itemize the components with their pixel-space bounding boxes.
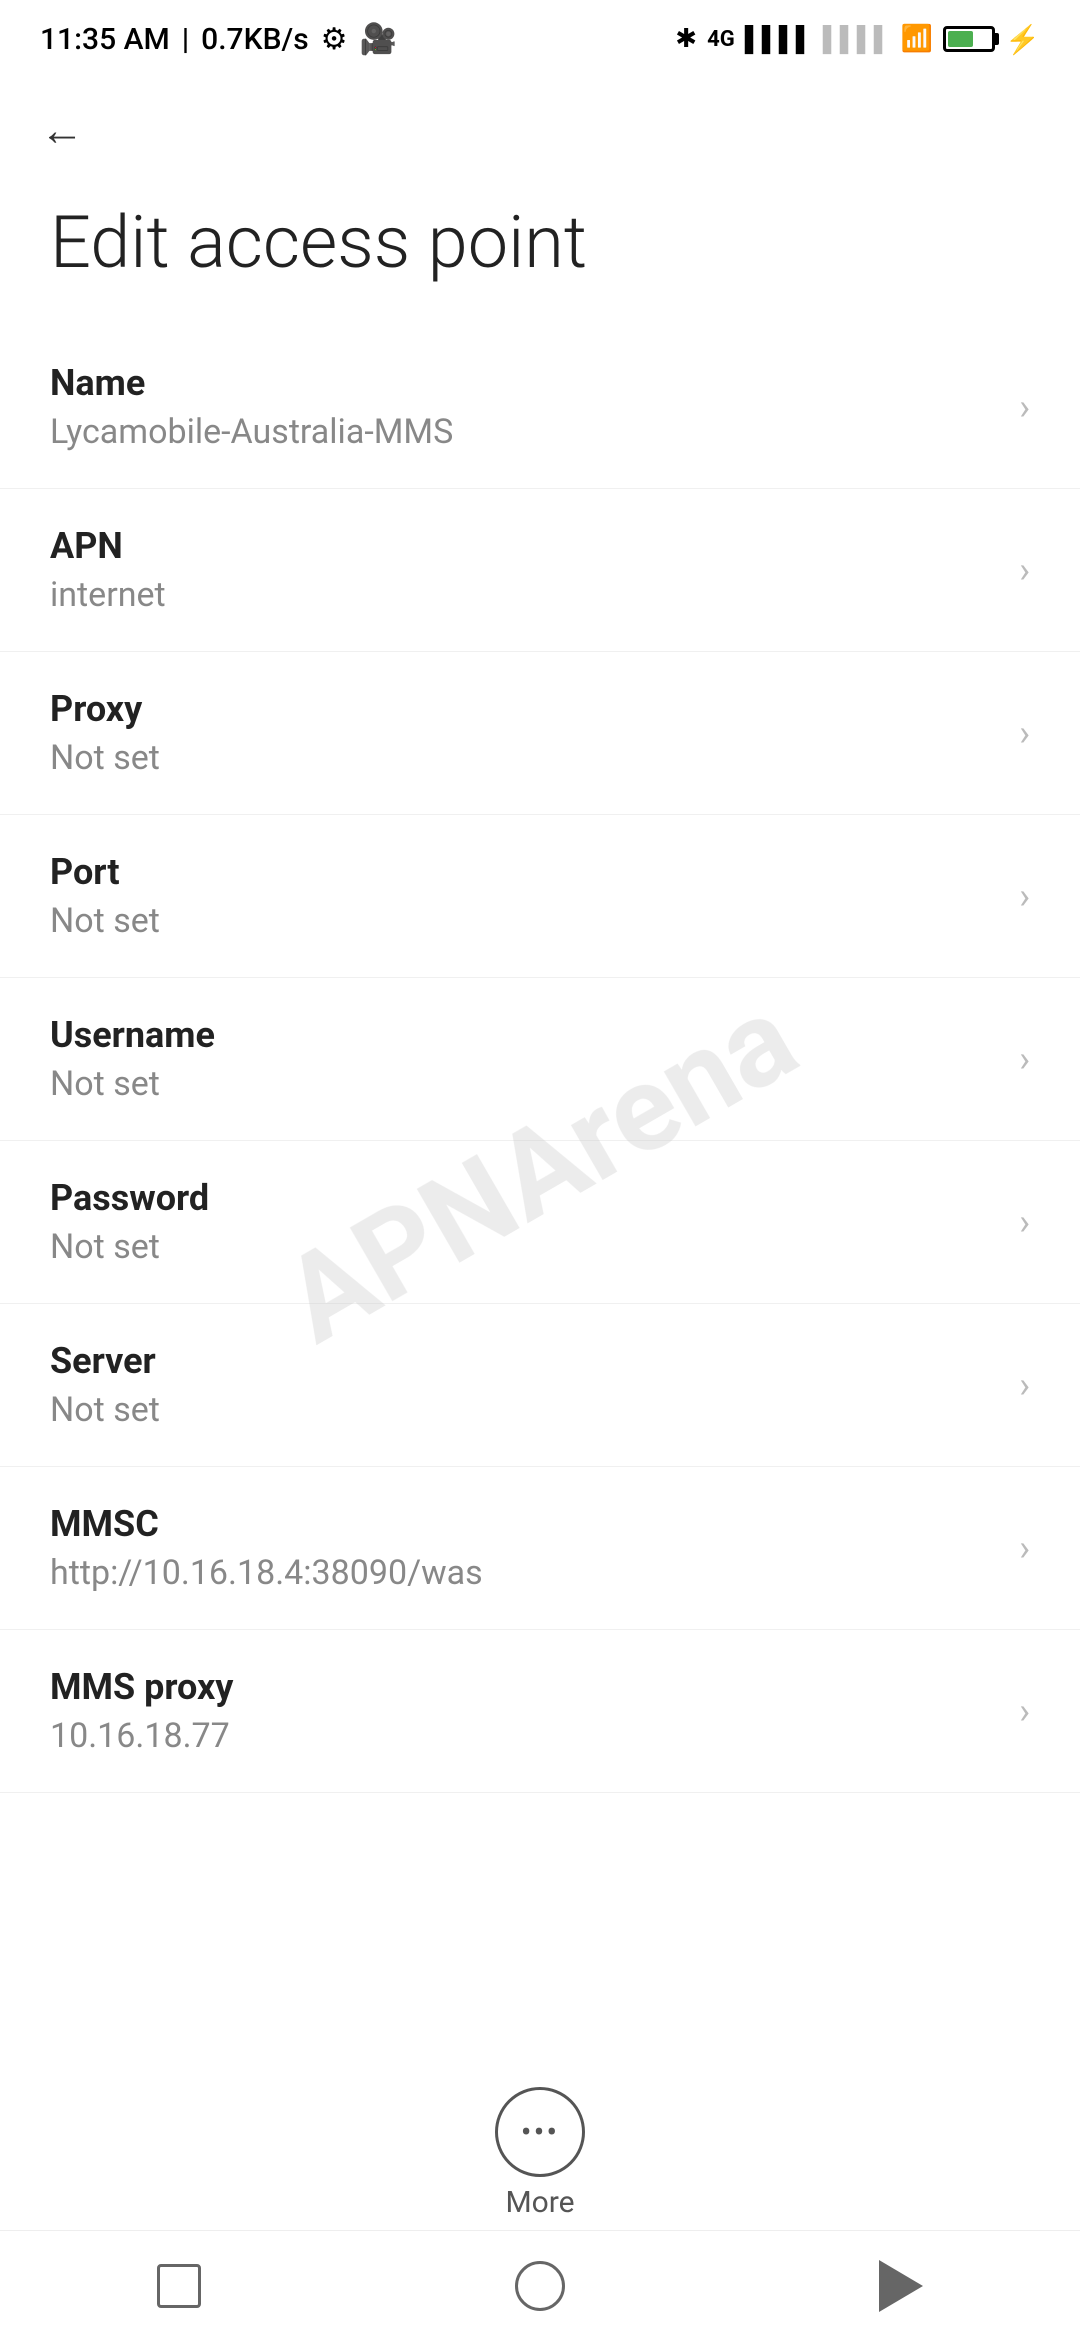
settings-icon: ⚙ <box>321 22 348 57</box>
separator: | <box>182 22 189 57</box>
settings-label-username: Username <box>50 1014 999 1056</box>
home-icon <box>515 2261 565 2311</box>
more-button[interactable]: ••• <box>495 2087 585 2177</box>
settings-item-content-password: Password Not set <box>50 1177 999 1267</box>
status-left: 11:35 AM | 0.7KB/s ⚙ 🎥 <box>40 22 397 57</box>
settings-item-content-apn: APN internet <box>50 525 999 615</box>
settings-item-port[interactable]: Port Not set › <box>0 815 1080 978</box>
chevron-right-icon-mms-proxy: › <box>1019 1690 1030 1732</box>
network-speed: 0.7KB/s <box>201 22 308 57</box>
battery-icon <box>943 26 995 52</box>
nav-home-button[interactable] <box>475 2251 605 2321</box>
more-button-container: ••• More <box>495 2087 585 2220</box>
camera-icon: 🎥 <box>360 22 397 57</box>
nav-recents-button[interactable] <box>117 2254 241 2318</box>
chevron-right-icon-port: › <box>1019 875 1030 917</box>
back-arrow-icon: ← <box>40 104 84 156</box>
settings-item-content-name: Name Lycamobile-Australia-MMS <box>50 362 999 452</box>
settings-label-name: Name <box>50 362 999 404</box>
chevron-right-icon-server: › <box>1019 1364 1030 1406</box>
settings-item-mmsc[interactable]: MMSC http://10.16.18.4:38090/was › <box>0 1467 1080 1630</box>
settings-item-content-server: Server Not set <box>50 1340 999 1430</box>
chevron-right-icon-name: › <box>1019 386 1030 428</box>
bottom-nav <box>0 2230 1080 2340</box>
settings-item-content-port: Port Not set <box>50 851 999 941</box>
settings-item-content-proxy: Proxy Not set <box>50 688 999 778</box>
signal-4g-icon: 4G <box>707 27 735 52</box>
settings-item-proxy[interactable]: Proxy Not set › <box>0 652 1080 815</box>
top-nav: ← <box>0 70 1080 180</box>
back-button[interactable]: ← <box>40 100 100 160</box>
settings-value-server: Not set <box>50 1390 999 1430</box>
settings-value-proxy: Not set <box>50 738 999 778</box>
page-title: Edit access point <box>0 180 1080 326</box>
chevron-right-icon-username: › <box>1019 1038 1030 1080</box>
settings-item-apn[interactable]: APN internet › <box>0 489 1080 652</box>
settings-label-mms-proxy: MMS proxy <box>50 1666 999 1708</box>
settings-label-port: Port <box>50 851 999 893</box>
settings-item-name[interactable]: Name Lycamobile-Australia-MMS › <box>0 326 1080 489</box>
chevron-right-icon-password: › <box>1019 1201 1030 1243</box>
settings-item-password[interactable]: Password Not set › <box>0 1141 1080 1304</box>
settings-value-port: Not set <box>50 901 999 941</box>
signal-bars-icon: ▌▌▌▌ <box>745 25 813 54</box>
settings-value-password: Not set <box>50 1227 999 1267</box>
settings-item-content-mmsc: MMSC http://10.16.18.4:38090/was <box>50 1503 999 1593</box>
settings-item-content-mms-proxy: MMS proxy 10.16.18.77 <box>50 1666 999 1756</box>
settings-item-server[interactable]: Server Not set › <box>0 1304 1080 1467</box>
settings-item-mms-proxy[interactable]: MMS proxy 10.16.18.77 › <box>0 1630 1080 1793</box>
time-display: 11:35 AM <box>40 22 170 57</box>
settings-item-username[interactable]: Username Not set › <box>0 978 1080 1141</box>
settings-label-proxy: Proxy <box>50 688 999 730</box>
settings-label-mmsc: MMSC <box>50 1503 999 1545</box>
chevron-right-icon-mmsc: › <box>1019 1527 1030 1569</box>
recents-icon <box>157 2264 201 2308</box>
settings-label-server: Server <box>50 1340 999 1382</box>
more-label: More <box>505 2185 574 2220</box>
settings-value-mmsc: http://10.16.18.4:38090/was <box>50 1553 999 1593</box>
settings-value-apn: internet <box>50 575 999 615</box>
settings-value-name: Lycamobile-Australia-MMS <box>50 412 999 452</box>
settings-label-apn: APN <box>50 525 999 567</box>
more-dots-icon: ••• <box>521 2116 559 2148</box>
status-bar: 11:35 AM | 0.7KB/s ⚙ 🎥 ✱ 4G ▌▌▌▌ ▌▌▌▌ 📶 … <box>0 0 1080 70</box>
wifi-icon: 📶 <box>901 24 933 54</box>
charging-icon: ⚡ <box>1005 23 1040 56</box>
settings-value-mms-proxy: 10.16.18.77 <box>50 1716 999 1756</box>
chevron-right-icon-proxy: › <box>1019 712 1030 754</box>
status-right: ✱ 4G ▌▌▌▌ ▌▌▌▌ 📶 ⚡ <box>675 23 1040 56</box>
settings-label-password: Password <box>50 1177 999 1219</box>
back-icon <box>879 2260 923 2312</box>
nav-back-button[interactable] <box>839 2250 963 2322</box>
settings-item-content-username: Username Not set <box>50 1014 999 1104</box>
bluetooth-icon: ✱ <box>675 24 697 54</box>
settings-list: Name Lycamobile-Australia-MMS › APN inte… <box>0 326 1080 1943</box>
signal-bars-2-icon: ▌▌▌▌ <box>823 25 891 54</box>
chevron-right-icon-apn: › <box>1019 549 1030 591</box>
settings-value-username: Not set <box>50 1064 999 1104</box>
